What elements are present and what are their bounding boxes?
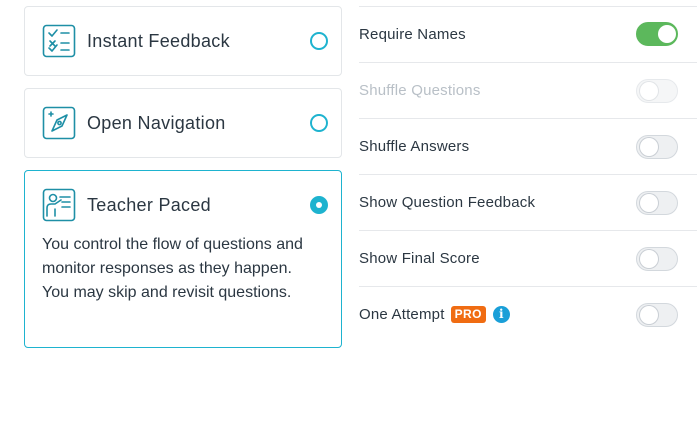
setting-label: Shuffle Questions [359, 82, 481, 99]
setting-row-one-attempt: One Attempt PRO i [359, 286, 697, 342]
card-header: Open Navigation [42, 106, 328, 140]
toggle-knob [640, 306, 658, 324]
card-header: Teacher Paced [42, 188, 328, 222]
card-description: You control the flow of questions and mo… [42, 236, 303, 301]
shuffle-questions-toggle[interactable] [636, 79, 678, 103]
card-title: Instant Feedback [87, 30, 230, 51]
radio-button-open-navigation[interactable] [310, 114, 328, 132]
toggle-knob [658, 25, 676, 43]
toggle-knob [640, 82, 658, 100]
radio-button-instant-feedback[interactable] [310, 32, 328, 50]
card-title: Teacher Paced [87, 194, 211, 215]
shuffle-answers-toggle[interactable] [636, 135, 678, 159]
setting-label: Show Final Score [359, 250, 480, 267]
compass-icon [42, 106, 76, 140]
checklist-icon [42, 24, 76, 58]
setting-label: Show Question Feedback [359, 194, 536, 211]
toggle-knob [640, 138, 658, 156]
pacing-card-open-navigation[interactable]: Open Navigation [24, 88, 342, 158]
toggle-knob [640, 250, 658, 268]
show-question-feedback-toggle[interactable] [636, 191, 678, 215]
pacing-card-teacher-paced[interactable]: Teacher Paced You control the flow of qu… [24, 170, 342, 348]
setting-row-show-final-score: Show Final Score [359, 230, 697, 286]
card-title: Open Navigation [87, 112, 226, 133]
setting-label: Require Names [359, 25, 466, 43]
pro-badge: PRO [450, 306, 486, 323]
setting-row-shuffle-answers: Shuffle Answers [359, 118, 697, 174]
require-names-toggle[interactable] [636, 22, 678, 46]
radio-button-teacher-paced[interactable] [310, 196, 328, 214]
teacher-icon [42, 188, 76, 222]
setting-row-require-names: Require Names [359, 6, 697, 62]
setting-label: One Attempt [359, 306, 445, 323]
show-final-score-toggle[interactable] [636, 247, 678, 271]
setting-label: Shuffle Answers [359, 138, 470, 155]
toggle-knob [640, 194, 658, 212]
setting-row-shuffle-questions: Shuffle Questions [359, 62, 697, 118]
info-icon[interactable]: i [492, 306, 510, 323]
one-attempt-toggle[interactable] [636, 303, 678, 327]
setting-row-show-question-feedback: Show Question Feedback [359, 174, 697, 230]
card-header: Instant Feedback [42, 24, 328, 58]
pacing-card-instant-feedback[interactable]: Instant Feedback [24, 6, 342, 76]
